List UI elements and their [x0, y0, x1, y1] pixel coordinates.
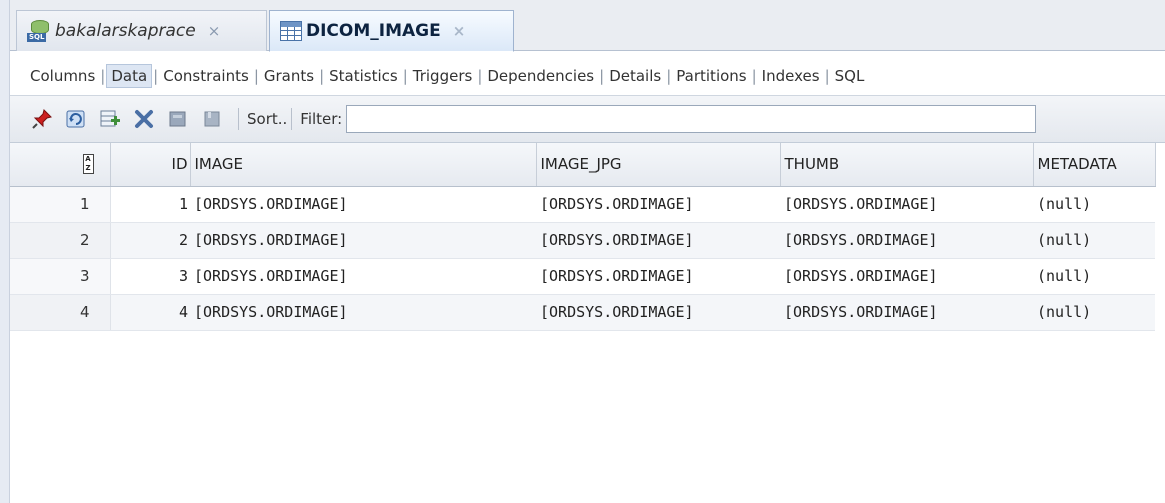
filter-label: Filter: [300, 110, 343, 128]
column-header-id[interactable]: ID [110, 143, 191, 187]
tab-label: bakalarskaprace [55, 21, 196, 41]
column-header-image[interactable]: IMAGE [190, 143, 537, 187]
tab-label: DICOM_IMAGE [306, 21, 441, 41]
subtab-triggers[interactable]: Triggers [409, 65, 477, 87]
cell-image-jpg[interactable]: [ORDSYS.ORDIMAGE] [536, 294, 780, 331]
editor-tab-strip: SQL bakalarskaprace × DICOM_IMAGE × [10, 0, 1165, 52]
cell-thumb[interactable]: [ORDSYS.ORDIMAGE] [780, 186, 1033, 223]
table-row[interactable]: 1 1 [ORDSYS.ORDIMAGE] [ORDSYS.ORDIMAGE] … [10, 186, 1155, 223]
subtab-statistics[interactable]: Statistics [325, 65, 402, 87]
subtab-indexes[interactable]: Indexes [758, 65, 824, 87]
cell-thumb[interactable]: [ORDSYS.ORDIMAGE] [780, 294, 1033, 331]
cell-image[interactable]: [ORDSYS.ORDIMAGE] [190, 186, 536, 223]
cell-id[interactable]: 3 [110, 258, 190, 295]
sort-az-icon[interactable]: AZ [82, 154, 94, 175]
table-row[interactable]: 4 4 [ORDSYS.ORDIMAGE] [ORDSYS.ORDIMAGE] … [10, 294, 1155, 331]
sql-db-icon: SQL [27, 20, 51, 42]
cell-metadata[interactable]: (null) [1033, 258, 1155, 295]
cell-thumb[interactable]: [ORDSYS.ORDIMAGE] [780, 222, 1033, 259]
subtab-partitions[interactable]: Partitions [672, 65, 750, 87]
row-number: 1 [10, 186, 111, 223]
filter-input[interactable] [346, 105, 1037, 133]
close-icon[interactable]: × [453, 22, 466, 40]
column-header-image-jpg[interactable]: IMAGE_JPG [536, 143, 781, 187]
table-row[interactable]: 2 2 [ORDSYS.ORDIMAGE] [ORDSYS.ORDIMAGE] … [10, 222, 1155, 259]
subtab-data[interactable]: Data [106, 64, 153, 88]
tab-dicom-image[interactable]: DICOM_IMAGE × [269, 10, 514, 52]
refresh-icon[interactable] [64, 107, 88, 131]
column-header-thumb[interactable]: THUMB [780, 143, 1034, 187]
sort-button[interactable]: Sort.. [247, 110, 287, 128]
toolbar-separator [238, 108, 239, 130]
object-subtabs: Columns | Data | Constraints | Grants | Stat… [10, 61, 1165, 91]
cell-image-jpg[interactable]: [ORDSYS.ORDIMAGE] [536, 186, 780, 223]
subtab-columns[interactable]: Columns [26, 65, 99, 87]
pin-icon[interactable] [30, 107, 54, 131]
cell-metadata[interactable]: (null) [1033, 294, 1155, 331]
table-icon [280, 21, 302, 41]
column-header-metadata[interactable]: METADATA [1033, 143, 1156, 187]
cell-metadata[interactable]: (null) [1033, 186, 1155, 223]
cell-metadata[interactable]: (null) [1033, 222, 1155, 259]
row-number: 2 [10, 222, 111, 259]
cell-id[interactable]: 2 [110, 222, 190, 259]
subtab-grants[interactable]: Grants [260, 65, 318, 87]
cell-image[interactable]: [ORDSYS.ORDIMAGE] [190, 222, 536, 259]
cell-image[interactable]: [ORDSYS.ORDIMAGE] [190, 294, 536, 331]
cell-thumb[interactable]: [ORDSYS.ORDIMAGE] [780, 258, 1033, 295]
row-number: 3 [10, 258, 111, 295]
subtab-constraints[interactable]: Constraints [159, 65, 253, 87]
row-number: 4 [10, 294, 111, 331]
cell-id[interactable]: 1 [110, 186, 190, 223]
subtab-details[interactable]: Details [605, 65, 665, 87]
data-toolbar: Sort.. Filter: [10, 95, 1165, 143]
left-gutter [0, 0, 10, 503]
insert-row-icon[interactable] [98, 107, 122, 131]
cell-image-jpg[interactable]: [ORDSYS.ORDIMAGE] [536, 222, 780, 259]
cell-id[interactable]: 4 [110, 294, 190, 331]
cell-image[interactable]: [ORDSYS.ORDIMAGE] [190, 258, 536, 295]
row-header-corner: AZ [10, 143, 111, 187]
tab-bakalarskaprace[interactable]: SQL bakalarskaprace × [16, 10, 267, 51]
data-grid: AZ ID IMAGE IMAGE_JPG THUMB METADATA 1 1… [10, 143, 1165, 471]
table-row[interactable]: 3 3 [ORDSYS.ORDIMAGE] [ORDSYS.ORDIMAGE] … [10, 258, 1155, 295]
subtab-sql[interactable]: SQL [831, 65, 869, 87]
toolbar-separator [291, 108, 293, 130]
subtab-dependencies[interactable]: Dependencies [483, 65, 598, 87]
commit-icon[interactable] [166, 107, 190, 131]
close-icon[interactable]: × [208, 22, 221, 40]
grid-empty-area [10, 331, 1165, 471]
rollback-icon[interactable] [200, 107, 224, 131]
cell-image-jpg[interactable]: [ORDSYS.ORDIMAGE] [536, 258, 780, 295]
delete-row-icon[interactable] [132, 107, 156, 131]
